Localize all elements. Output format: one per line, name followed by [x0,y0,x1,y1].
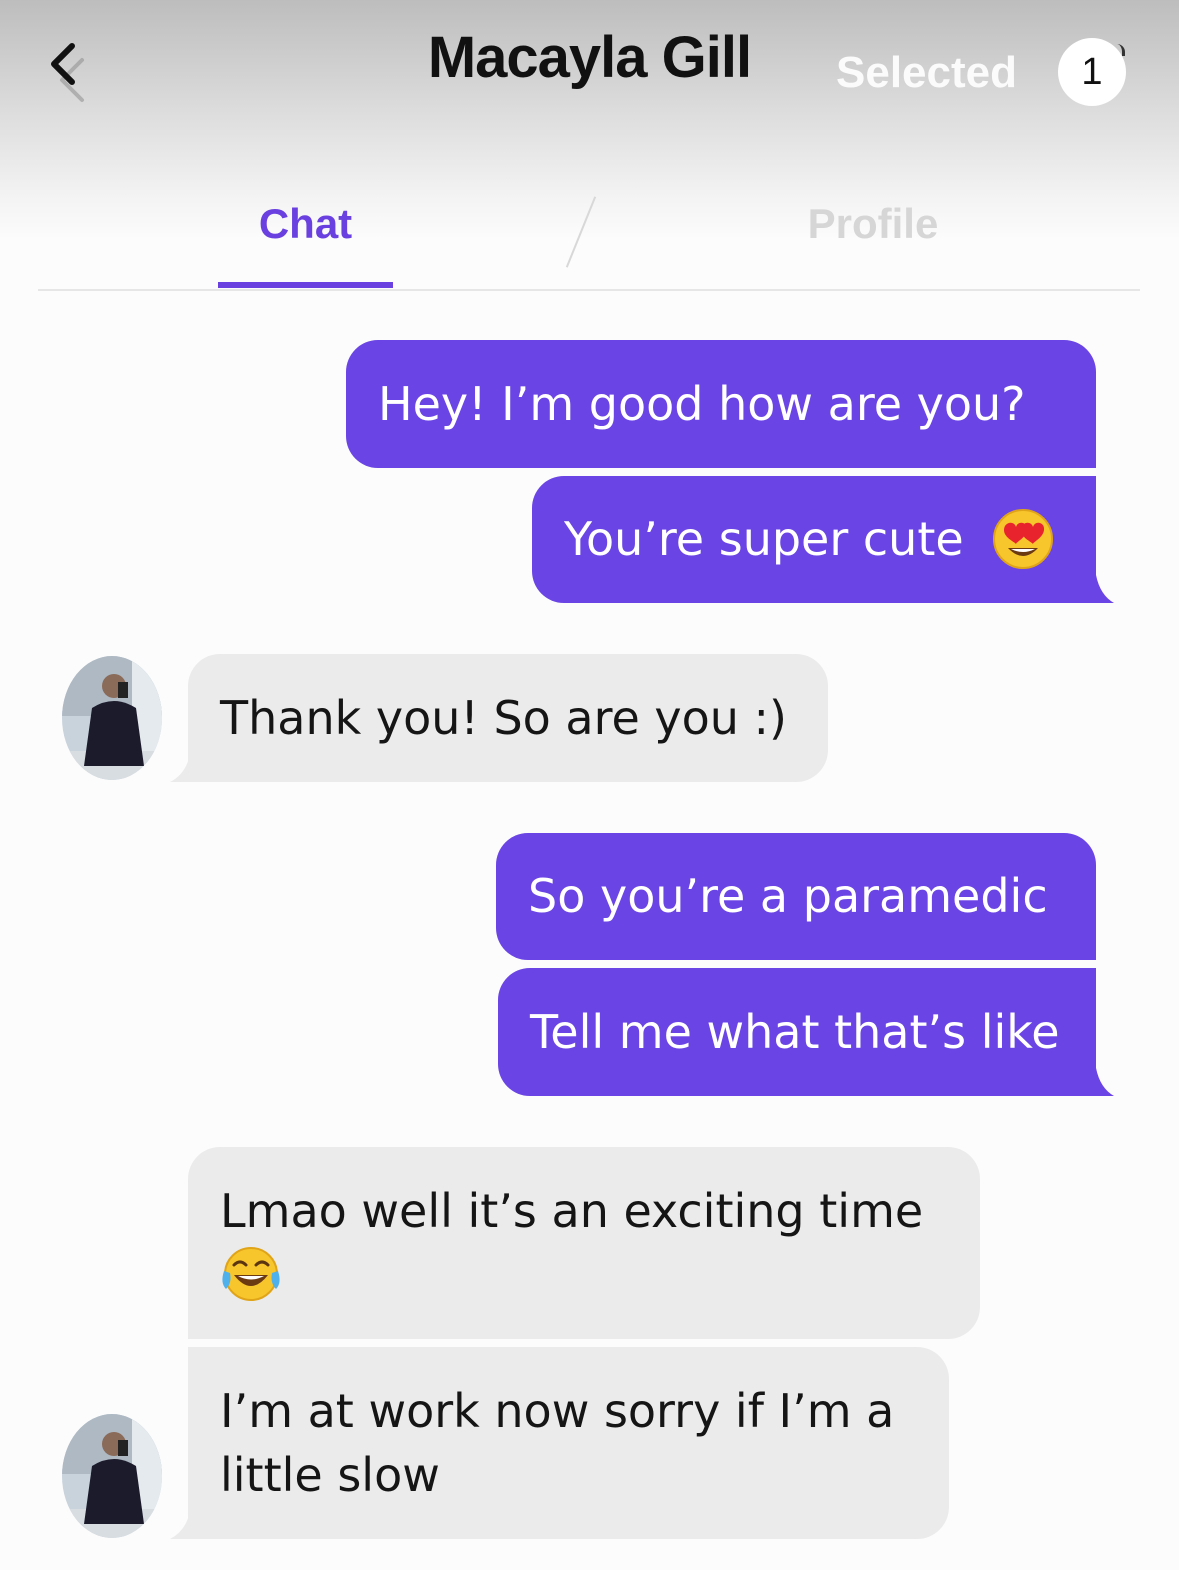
tab-bar: Chat Profile [38,180,1140,291]
tears-of-joy-emoji-icon [222,1247,280,1301]
avatar[interactable] [62,656,162,780]
avatar[interactable] [62,1414,162,1538]
message-text: Hey! I’m good how are you? [378,377,1026,431]
message-bubble-incoming[interactable]: I’m at work now sorry if I’m a little sl… [188,1347,949,1539]
active-tab-indicator [218,282,393,288]
contact-photo-icon [62,1414,162,1538]
message-text-line-1: I’m at work now sorry if I’m a [220,1384,895,1438]
tab-profile[interactable]: Profile [778,200,968,248]
message-text: So you’re a paramedic [528,869,1048,923]
contact-photo-icon [62,656,162,780]
bubble-tail-incoming [170,754,196,782]
bubble-tail-outgoing [1090,575,1114,603]
message-text: Tell me what that’s like [530,1005,1060,1059]
message-text-line-2: little slow [220,1448,440,1502]
tab-divider [565,196,597,268]
bubble-tail-outgoing [1090,1068,1114,1096]
message-bubble-outgoing[interactable]: So you’re a paramedic [496,833,1096,960]
message-bubble-outgoing[interactable]: Hey! I’m good how are you? [346,340,1096,468]
tab-chat[interactable]: Chat [218,200,393,248]
message-bubble-outgoing[interactable]: You’re super cute [532,476,1096,603]
message-bubble-outgoing[interactable]: Tell me what that’s like [498,968,1096,1096]
tab-bar-divider [38,289,1140,291]
message-text: Thank you! So are you :) [220,691,788,745]
heart-eyes-emoji-icon [993,508,1054,569]
message-bubble-incoming[interactable]: Lmao well it’s an exciting time [188,1147,980,1339]
message-text: You’re super cute [564,512,964,566]
bubble-tail-incoming [170,1511,196,1539]
message-bubble-incoming[interactable]: Thank you! So are you :) [188,654,828,782]
badge-ring-edge [1112,44,1125,56]
message-text: Lmao well it’s an exciting time [220,1184,924,1238]
selected-label[interactable]: Selected [836,48,1017,98]
